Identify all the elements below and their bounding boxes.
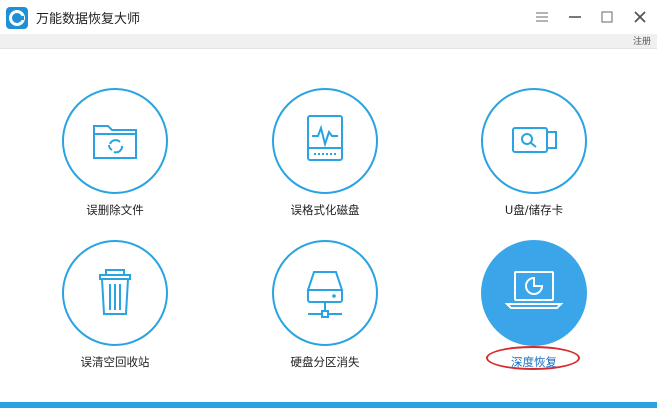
tile-circle [272, 88, 378, 194]
usb-drive-icon [512, 127, 557, 153]
tile-circle-active [481, 240, 587, 346]
bottom-accent-bar [0, 402, 657, 408]
hard-drive-partition-icon [306, 271, 344, 318]
app-window: 万能数据恢复大师 注册 误删除文件 误格式化磁盘 U盘/储存卡 误清空回收站 硬… [0, 0, 657, 408]
tile-circle [272, 240, 378, 346]
register-link[interactable]: 注册 [633, 34, 651, 47]
close-button[interactable] [629, 6, 651, 28]
menu-button[interactable] [531, 6, 553, 28]
register-bar: 注册 [0, 34, 657, 49]
tile-partition-lost[interactable]: 硬盘分区消失 [252, 240, 402, 390]
highlight-ellipse [486, 346, 580, 370]
tile-recycle-bin[interactable]: 误清空回收站 [42, 240, 192, 390]
tile-usb-card[interactable]: U盘/储存卡 [461, 88, 611, 238]
tile-circle [62, 88, 168, 194]
tile-label: 误格式化磁盘 [290, 203, 360, 217]
title-bar: 万能数据恢复大师 [0, 0, 657, 34]
tile-deleted-files[interactable]: 误删除文件 [42, 88, 192, 238]
disk-format-icon [307, 115, 343, 161]
app-logo-icon [6, 7, 28, 29]
hamburger-menu-icon [536, 12, 548, 22]
trash-bin-icon [99, 269, 131, 315]
minimize-icon [569, 16, 581, 18]
recycle-folder-icon [93, 125, 137, 159]
tile-label: 硬盘分区消失 [290, 355, 360, 369]
tile-label: 误清空回收站 [80, 355, 150, 369]
close-icon [634, 11, 646, 23]
tile-circle [481, 88, 587, 194]
app-title: 万能数据恢复大师 [36, 12, 141, 27]
tile-label: U盘/储存卡 [504, 203, 564, 217]
tile-formatted-disk[interactable]: 误格式化磁盘 [252, 88, 402, 238]
maximize-icon [601, 11, 613, 23]
laptop-deep-scan-icon [504, 271, 564, 309]
tile-circle [62, 240, 168, 346]
minimize-button[interactable] [564, 6, 586, 28]
tile-label: 误删除文件 [86, 203, 144, 217]
maximize-button[interactable] [596, 6, 618, 28]
